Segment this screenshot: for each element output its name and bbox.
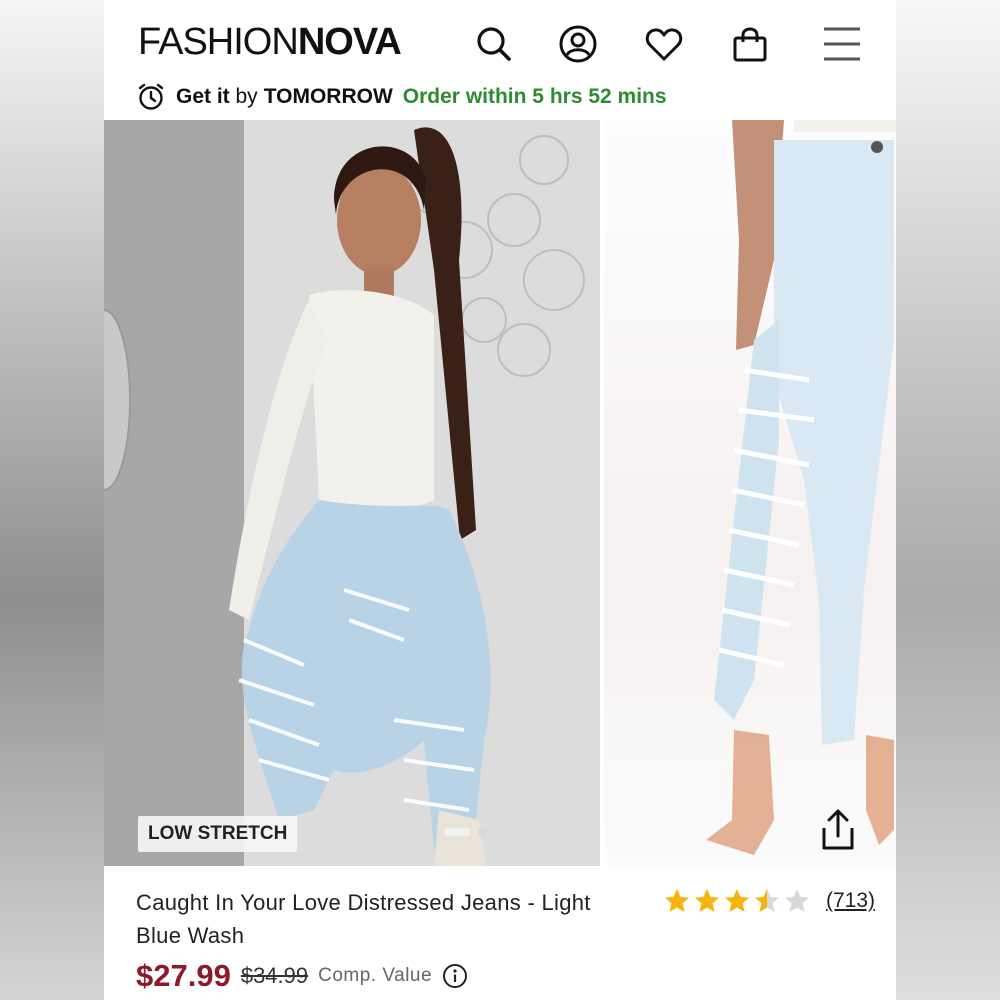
delivery-banner: Get it by TOMORROW Order within 5 hrs 52… xyxy=(136,80,667,114)
product-info: Caught In Your Love Distressed Jeans - L… xyxy=(104,866,896,1000)
model-front-view-illustration xyxy=(706,120,896,855)
product-photo-secondary[interactable] xyxy=(604,120,896,866)
price-row: $27.99 $34.99 Comp. Value xyxy=(136,958,468,994)
shopping-bag-icon[interactable] xyxy=(728,22,772,66)
product-image-carousel[interactable]: LOW STRETCH xyxy=(104,120,896,866)
product-screen: FASHIONNOVA Get it by TOMORROW Order wit… xyxy=(104,0,896,1000)
delivery-prefix-bold: Get it xyxy=(176,85,230,108)
star-half-icon xyxy=(755,889,779,912)
delivery-prefix-light: by xyxy=(229,85,258,108)
info-icon[interactable] xyxy=(442,963,468,989)
model-back-view-illustration xyxy=(104,120,600,866)
carousel-dot-2[interactable] xyxy=(478,828,486,836)
delivery-cutoff: Order within 5 hrs 52 mins xyxy=(402,85,667,108)
delivery-day: TOMORROW xyxy=(263,85,393,108)
low-stretch-badge: LOW STRETCH xyxy=(138,816,298,852)
product-rating[interactable]: (713) xyxy=(664,888,875,914)
brand-logo[interactable]: FASHIONNOVA xyxy=(138,21,402,63)
wishlist-heart-icon[interactable] xyxy=(642,22,686,66)
right-blurred-background xyxy=(896,0,1000,1000)
review-count-link[interactable]: (713) xyxy=(826,889,875,913)
menu-icon[interactable] xyxy=(820,22,864,66)
left-blurred-background xyxy=(0,0,104,1000)
star-full-icon xyxy=(695,889,719,912)
star-full-icon xyxy=(665,889,689,912)
header: FASHIONNOVA xyxy=(104,0,896,80)
product-photo-main[interactable] xyxy=(104,120,600,866)
logo-bold: NOVA xyxy=(297,21,402,63)
carousel-dot-1[interactable] xyxy=(444,828,470,836)
star-full-icon xyxy=(725,889,749,912)
product-title: Caught In Your Love Distressed Jeans - L… xyxy=(136,890,591,948)
carousel-dot-3[interactable] xyxy=(494,829,499,835)
star-empty-icon xyxy=(785,889,809,912)
search-icon[interactable] xyxy=(472,22,516,66)
sale-price: $27.99 xyxy=(136,958,231,993)
share-icon[interactable] xyxy=(816,808,860,852)
account-icon[interactable] xyxy=(556,22,600,66)
compare-value-label: Comp. Value xyxy=(318,965,433,986)
alarm-clock-icon xyxy=(138,83,164,110)
carousel-indicators[interactable] xyxy=(444,828,499,836)
delivery-prefix: Get it by xyxy=(176,85,258,109)
logo-thin: FASHION xyxy=(138,21,299,63)
compare-price: $34.99 xyxy=(240,963,309,988)
